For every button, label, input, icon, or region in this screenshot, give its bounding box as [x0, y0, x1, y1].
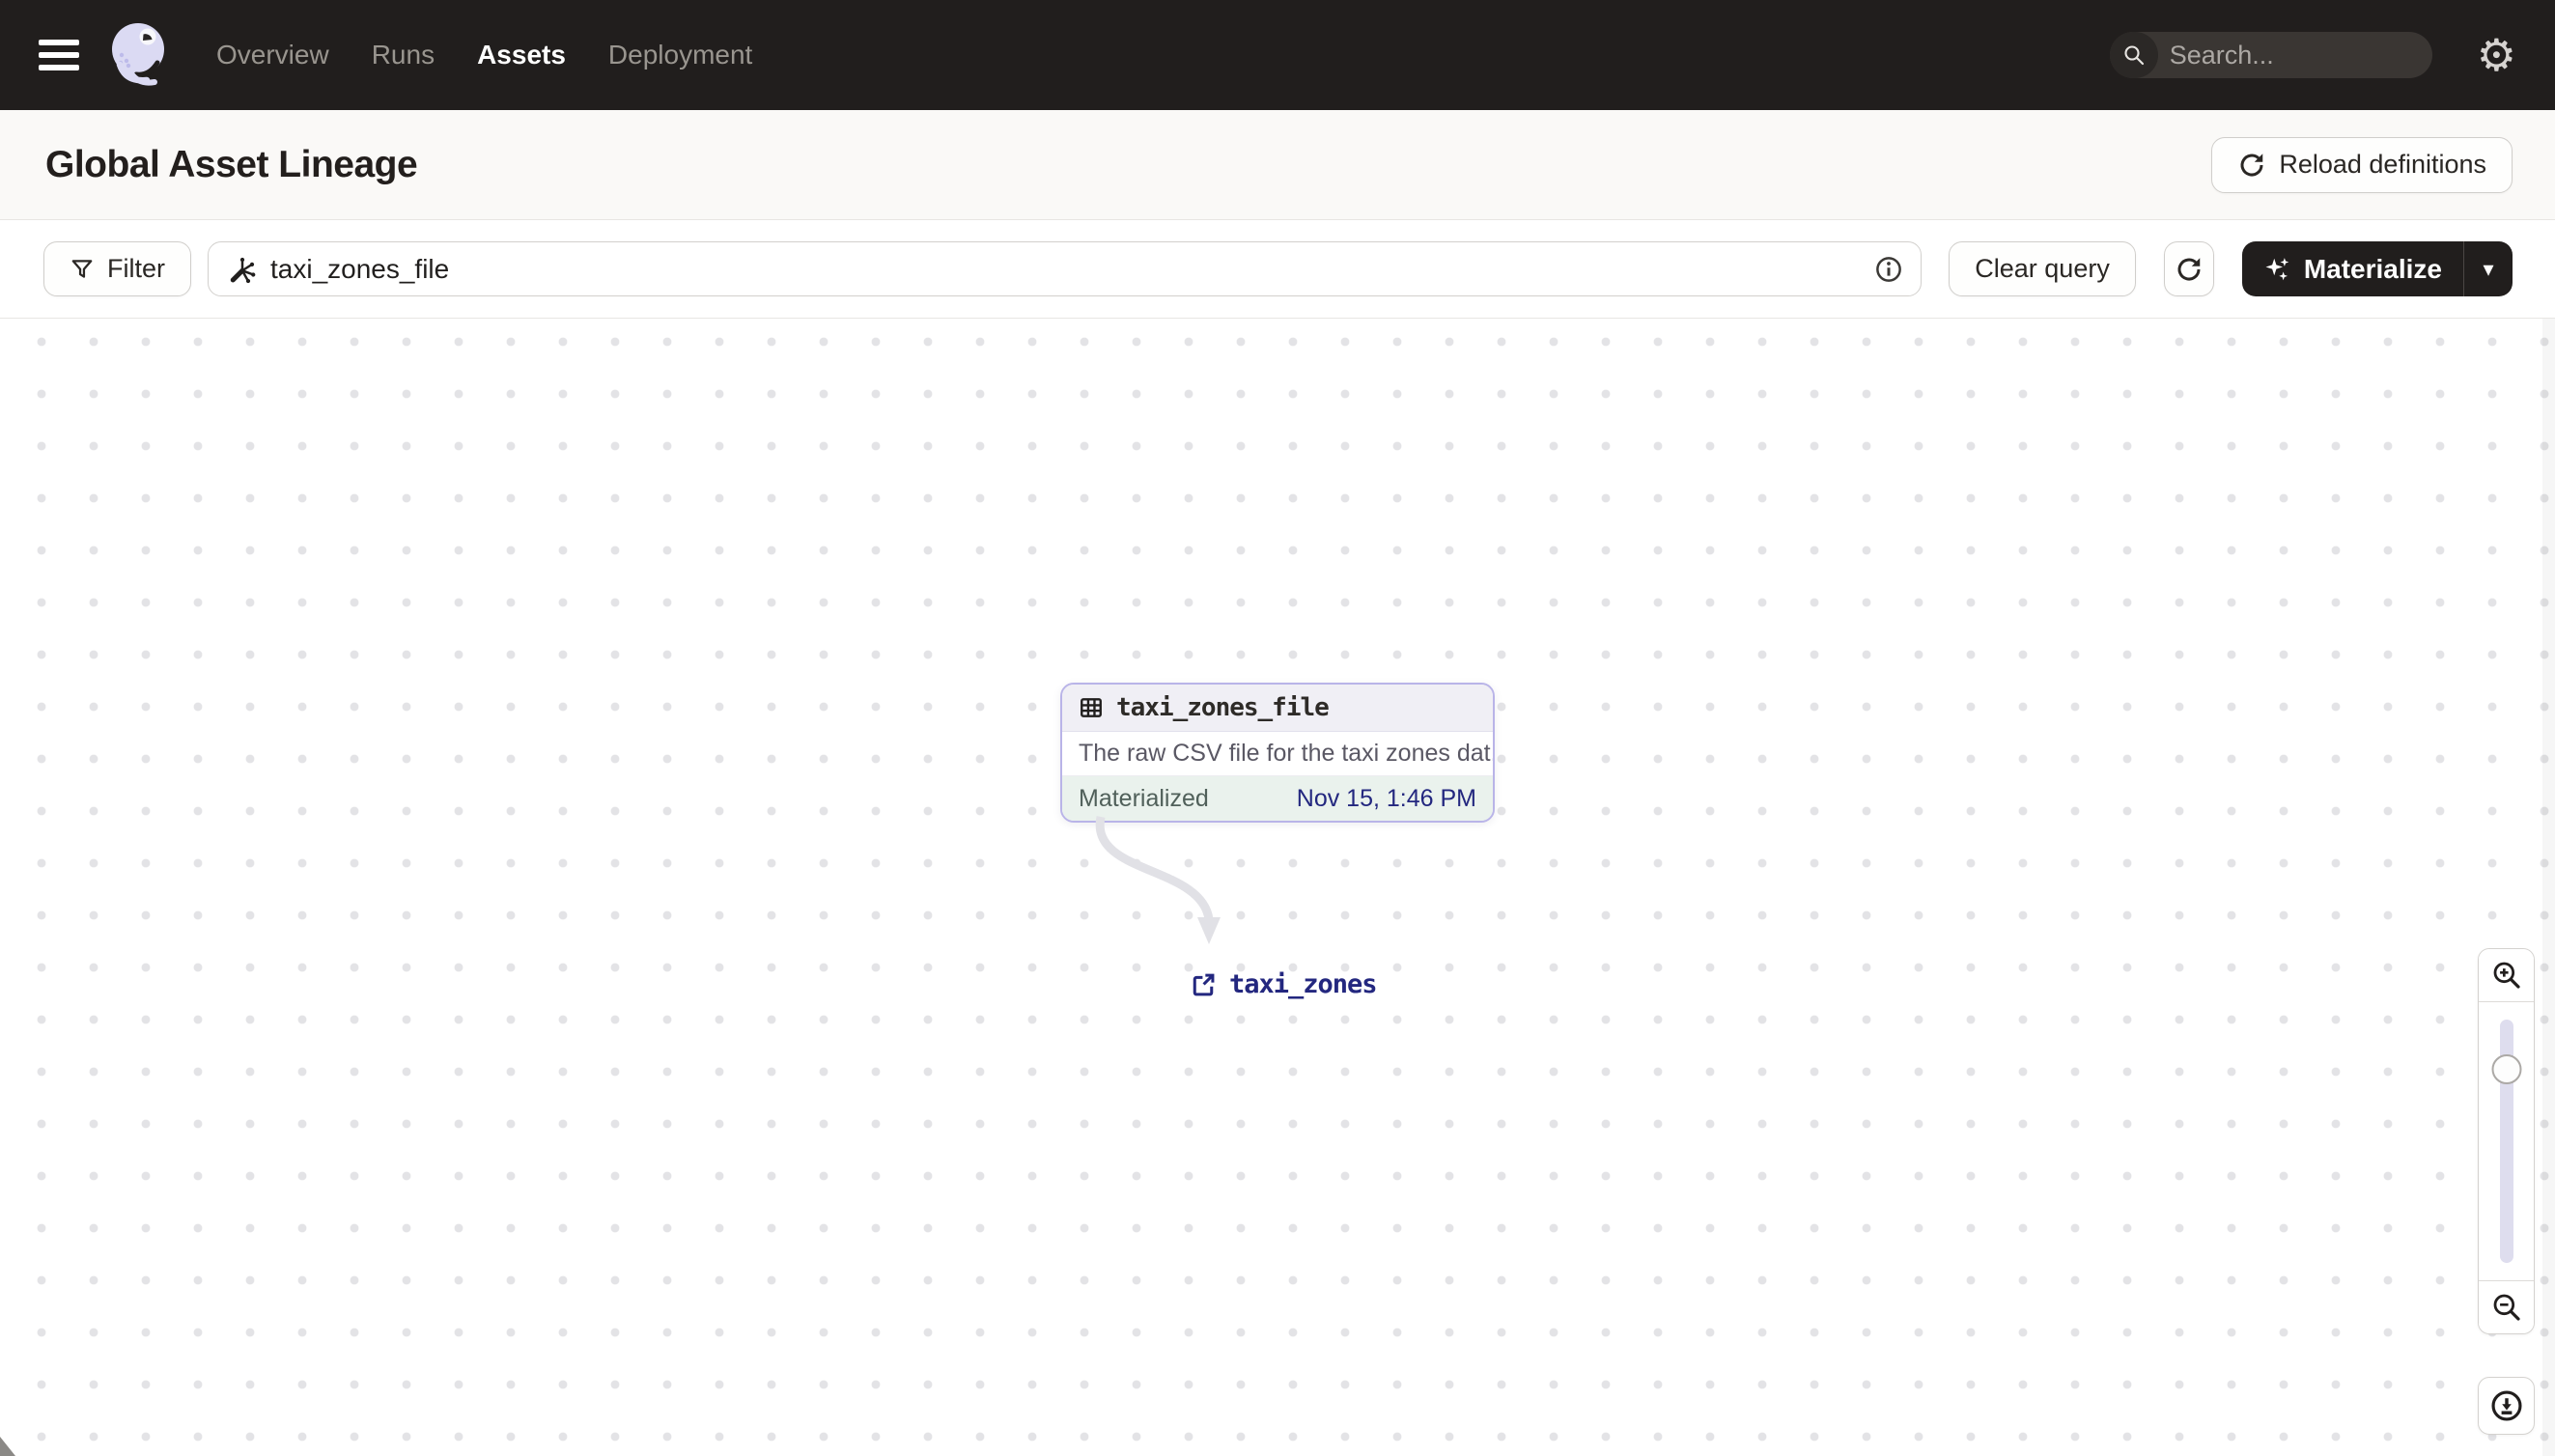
nav-item-runs[interactable]: Runs [372, 40, 435, 70]
download-image-button[interactable] [2478, 1377, 2535, 1435]
download-icon [2490, 1390, 2522, 1421]
asset-node-name: taxi_zones_file [1116, 693, 1330, 722]
asset-graph-icon [230, 257, 256, 283]
lineage-graph-canvas[interactable]: taxi_zones_file The raw CSV file for the… [0, 319, 2555, 1456]
info-icon[interactable] [1874, 255, 1903, 284]
reload-icon [2240, 153, 2263, 177]
asset-query-input[interactable] [270, 253, 1862, 285]
refresh-icon [2177, 257, 2201, 281]
zoom-in-icon [2493, 962, 2520, 989]
zoom-out-button[interactable] [2479, 1280, 2534, 1333]
page-header: Global Asset Lineage Reload definitions [0, 110, 2555, 220]
filter-button[interactable]: Filter [43, 241, 191, 296]
menu-icon[interactable] [39, 40, 79, 70]
filter-icon [71, 259, 93, 278]
chevron-down-icon: ▾ [2483, 256, 2494, 281]
nav-item-assets[interactable]: Assets [477, 40, 566, 70]
graph-scrollbar[interactable] [2542, 319, 2555, 1456]
status-badge: Materialized [1079, 784, 1209, 812]
top-nav-bar: Overview Runs Assets Deployment / ⚙ [0, 0, 2555, 110]
clear-query-button[interactable]: Clear query [1949, 241, 2136, 296]
gear-icon[interactable]: ⚙ [2477, 33, 2516, 77]
page-title: Global Asset Lineage [45, 143, 418, 185]
zoom-control-panel [2478, 948, 2535, 1334]
asset-query-box [208, 241, 1923, 296]
zoom-slider-thumb[interactable] [2491, 1054, 2521, 1084]
primary-nav: Overview Runs Assets Deployment [216, 40, 752, 70]
external-link-icon [1193, 973, 1215, 995]
filter-label: Filter [107, 254, 165, 283]
materialize-dropdown-button[interactable]: ▾ [2464, 241, 2513, 296]
clear-query-label: Clear query [1975, 254, 2110, 283]
materialization-timestamp[interactable]: Nov 15, 1:46 PM [1297, 785, 1476, 813]
table-icon [1081, 698, 1102, 717]
downstream-asset-taxi-zones[interactable]: taxi_zones [1190, 969, 1378, 999]
dagster-app: Overview Runs Assets Deployment / ⚙ Glob… [0, 0, 2555, 1456]
asset-node-header[interactable]: taxi_zones_file [1062, 685, 1493, 732]
lineage-edge-arrow [1095, 816, 1221, 944]
search-input[interactable] [2157, 40, 2432, 70]
asset-node-description: The raw CSV file for the taxi zones dat.… [1062, 732, 1493, 776]
downstream-asset-name: taxi_zones [1229, 969, 1378, 999]
refresh-button[interactable] [2163, 241, 2214, 296]
reload-definitions-button[interactable]: Reload definitions [2211, 136, 2513, 193]
dagster-logo-icon[interactable] [108, 20, 174, 90]
nav-item-deployment[interactable]: Deployment [608, 40, 752, 70]
zoom-slider[interactable] [2479, 1002, 2534, 1280]
zoom-out-icon [2493, 1294, 2520, 1321]
global-search[interactable]: / [2109, 32, 2432, 78]
search-icon [2109, 32, 2158, 78]
cursor-artifact [0, 1437, 15, 1456]
zoom-in-button[interactable] [2479, 949, 2534, 1002]
lineage-toolbar: Filter Clear query [0, 220, 2555, 319]
reload-definitions-label: Reload definitions [2279, 150, 2486, 179]
nav-item-overview[interactable]: Overview [216, 40, 329, 70]
materialize-button[interactable]: Materialize ▾ [2241, 241, 2513, 296]
sparkles-icon [2265, 257, 2289, 280]
materialize-label: Materialize [2303, 253, 2442, 284]
asset-node-taxi-zones-file[interactable]: taxi_zones_file The raw CSV file for the… [1060, 683, 1495, 823]
